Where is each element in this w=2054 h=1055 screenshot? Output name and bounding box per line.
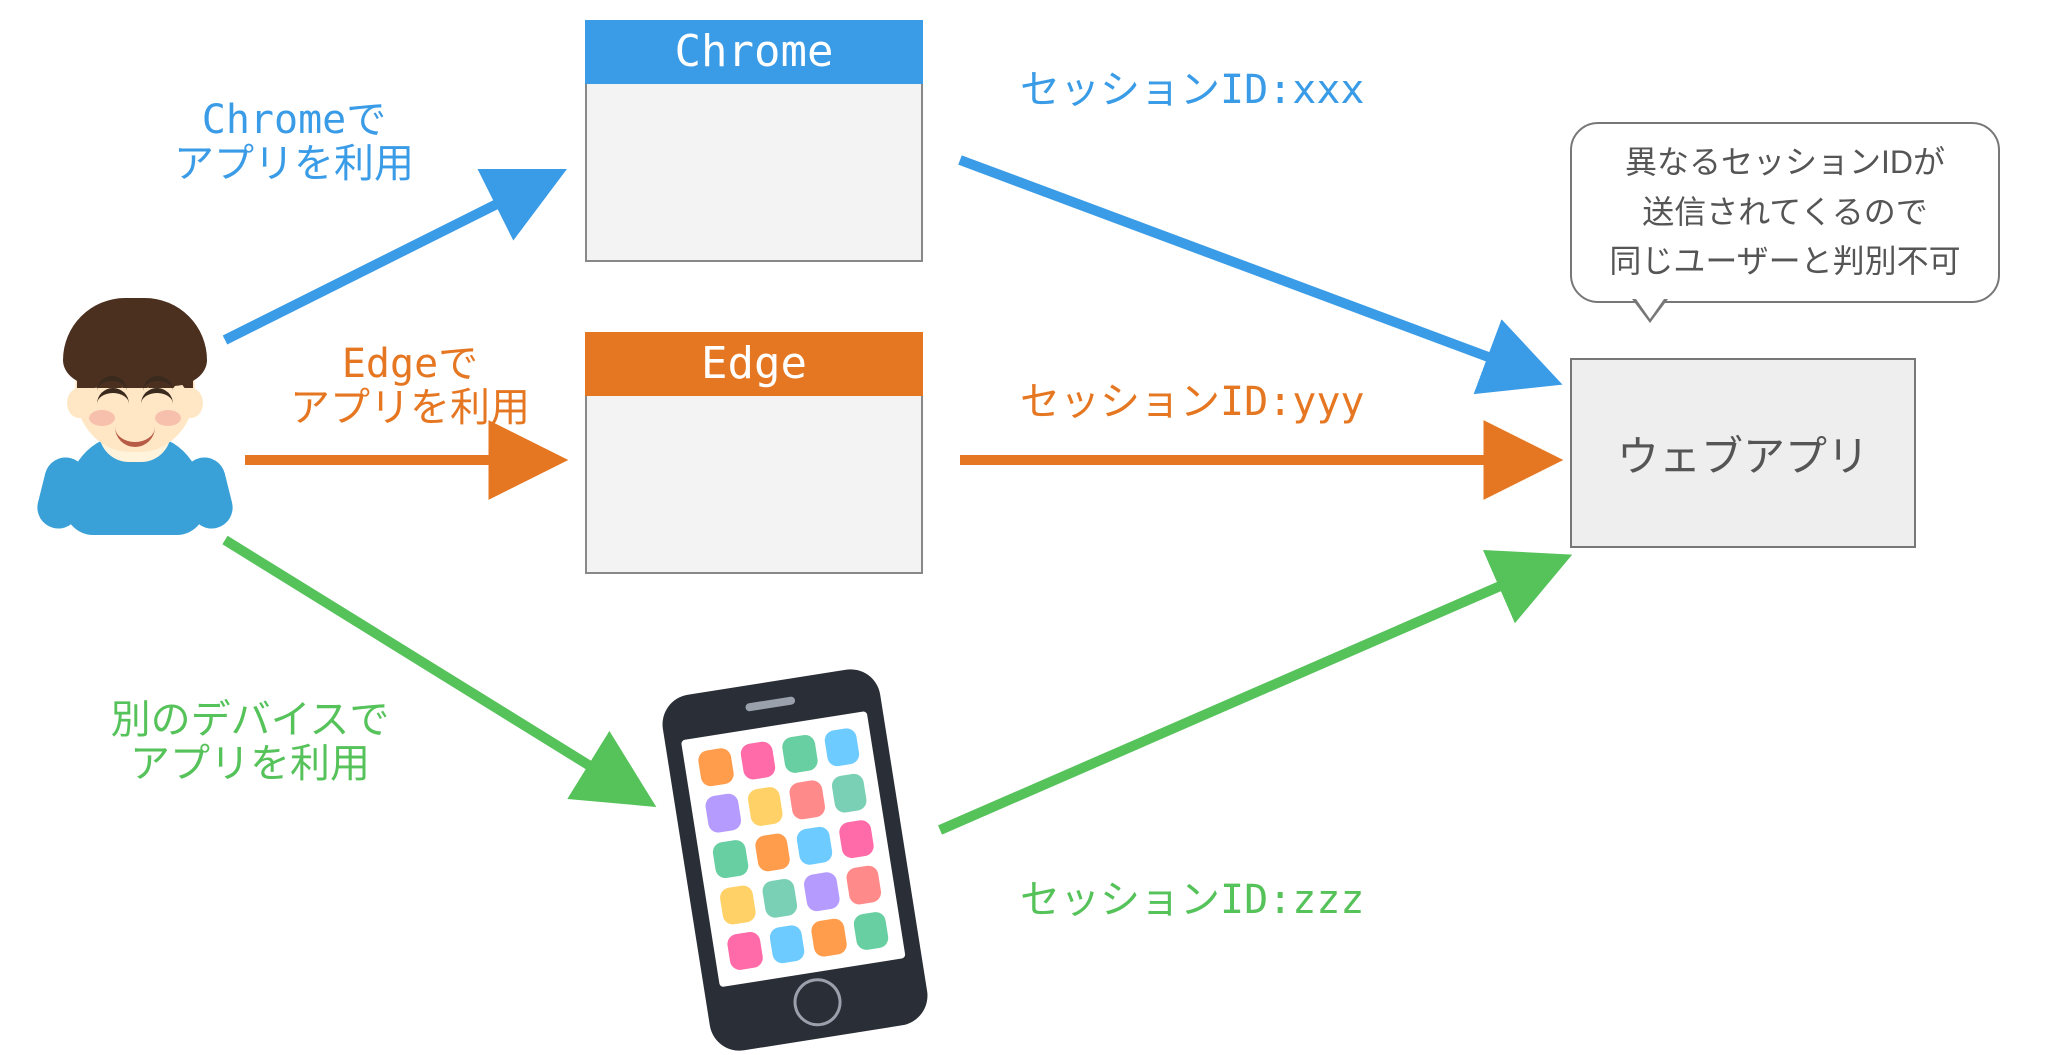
diagram-stage: Chromeで アプリを利用 Edgeで アプリを利用 別のデバイスで アプリを…	[0, 0, 2054, 1042]
browser-edge-title: Edge	[585, 332, 923, 396]
bubble-line-2: 送信されてくるので	[1590, 188, 1980, 238]
browser-edge: Edge	[585, 332, 923, 574]
label-session-edge: セッションID:yyy	[1020, 380, 1365, 424]
user-avatar	[45, 280, 225, 540]
webapp-label: ウェブアプリ	[1617, 423, 1869, 484]
speech-bubble: 異なるセッションIDが 送信されてくるので 同じユーザーと判別不可	[1570, 122, 2000, 303]
browser-chrome: Chrome	[585, 20, 923, 262]
bubble-line-3: 同じユーザーと判別不可	[1590, 237, 1980, 287]
label-user-device: 別のデバイスで アプリを利用	[80, 698, 420, 786]
browser-chrome-title: Chrome	[585, 20, 923, 84]
label-user-edge: Edgeで アプリを利用	[280, 342, 540, 430]
label-session-device: セッションID:zzz	[1020, 878, 1365, 922]
smartphone-device	[658, 665, 932, 1055]
label-session-chrome: セッションID:xxx	[1020, 68, 1365, 112]
webapp-box: ウェブアプリ	[1570, 358, 1916, 548]
label-user-chrome: Chromeで アプリを利用	[154, 98, 434, 186]
bubble-line-1: 異なるセッションIDが	[1590, 138, 1980, 188]
